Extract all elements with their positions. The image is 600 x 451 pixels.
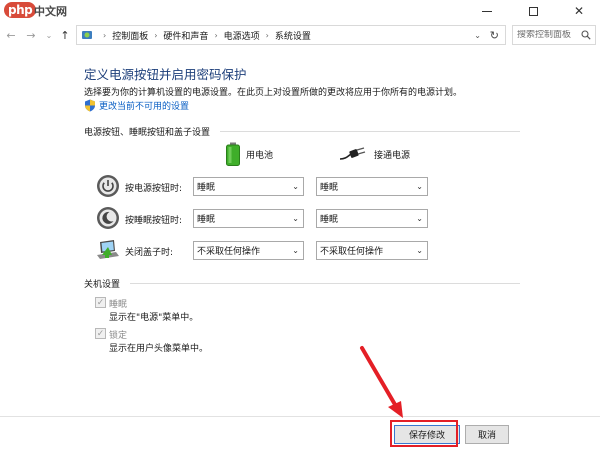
breadcrumb-power-options[interactable]: 电源选项 bbox=[224, 29, 260, 42]
select-value: 睡眠 bbox=[197, 215, 216, 225]
section-divider bbox=[130, 283, 520, 284]
breadcrumb-separator: › bbox=[265, 30, 269, 40]
breadcrumb-control-panel[interactable]: 控制面板 bbox=[112, 29, 148, 42]
lock-checkbox-label: 锁定 bbox=[109, 331, 128, 341]
lid-close-battery-select[interactable]: 不采取任何操作 ⌄ bbox=[193, 241, 304, 260]
select-value: 睡眠 bbox=[197, 183, 216, 193]
sleep-button-plugged-select[interactable]: 睡眠 ⌄ bbox=[316, 209, 428, 228]
battery-column-header: 用电池 bbox=[226, 142, 273, 166]
power-button-label: 按电源按钮时: bbox=[125, 184, 183, 194]
power-button-plugged-select[interactable]: 睡眠 ⌄ bbox=[316, 177, 428, 196]
checkmark-icon: ✓ bbox=[96, 328, 105, 339]
address-dropdown-icon[interactable]: ⌄ bbox=[474, 31, 481, 40]
chevron-down-icon: ⌄ bbox=[416, 182, 423, 191]
control-panel-icon bbox=[82, 31, 92, 39]
footer-divider bbox=[0, 416, 600, 417]
chevron-down-icon: ⌄ bbox=[416, 214, 423, 223]
breadcrumb-system-settings[interactable]: 系统设置 bbox=[275, 29, 311, 42]
watermark-logo-suffix: 中文网 bbox=[34, 5, 67, 18]
change-settings-link-row[interactable]: 更改当前不可用的设置 bbox=[84, 99, 189, 112]
change-unavailable-settings-link[interactable]: 更改当前不可用的设置 bbox=[99, 99, 189, 112]
forward-button[interactable]: → bbox=[24, 27, 38, 43]
chevron-down-icon: ⌄ bbox=[416, 246, 423, 255]
minimize-button[interactable] bbox=[468, 0, 506, 22]
sleep-button-label: 按睡眠按钮时: bbox=[125, 216, 183, 226]
lock-checkbox[interactable]: ✓ bbox=[95, 328, 106, 339]
close-button[interactable]: ✕ bbox=[560, 0, 598, 22]
recent-locations-button[interactable]: ⌄ bbox=[42, 27, 56, 43]
minimize-icon bbox=[482, 10, 492, 12]
checkmark-icon: ✓ bbox=[96, 297, 105, 308]
select-value: 睡眠 bbox=[320, 215, 339, 225]
search-box[interactable] bbox=[512, 25, 596, 45]
back-button[interactable]: ← bbox=[4, 27, 18, 43]
highlight-box bbox=[390, 420, 458, 447]
sleep-checkbox-description: 显示在"电源"菜单中。 bbox=[109, 313, 199, 323]
lid-close-label: 关闭盖子时: bbox=[125, 248, 174, 258]
close-icon: ✕ bbox=[573, 4, 585, 18]
power-button-icon bbox=[97, 175, 119, 197]
select-value: 不采取任何操作 bbox=[320, 247, 384, 257]
chevron-down-icon: ⌄ bbox=[45, 30, 53, 40]
breadcrumb-separator: › bbox=[154, 30, 158, 40]
arrow-up-icon: ↑ bbox=[60, 28, 70, 42]
page-description: 选择要为你的计算机设置的电源设置。在此页上对设置所做的更改将应用于你所有的电源计… bbox=[84, 88, 463, 98]
sleep-button-icon bbox=[97, 207, 119, 229]
arrow-left-icon: ← bbox=[6, 28, 16, 42]
up-button[interactable]: ↑ bbox=[58, 27, 72, 43]
navigation-bar: ← → ⌄ ↑ › 控制面板 › 硬件和声音 › 电源选项 › 系统设置 ⌄ ↻ bbox=[0, 23, 600, 47]
shield-icon bbox=[85, 99, 95, 112]
address-box[interactable]: › 控制面板 › 硬件和声音 › 电源选项 › 系统设置 ⌄ ↻ bbox=[76, 25, 506, 45]
breadcrumb-separator: › bbox=[103, 30, 107, 40]
page-title: 定义电源按钮并启用密码保护 bbox=[84, 67, 247, 82]
plugged-in-column-label: 接通电源 bbox=[374, 150, 411, 161]
cancel-button[interactable]: 取消 bbox=[465, 425, 509, 444]
sleep-checkbox-label: 睡眠 bbox=[109, 300, 128, 310]
plugged-in-column-header: 接通电源 bbox=[340, 147, 410, 161]
chevron-down-icon: ⌄ bbox=[292, 214, 299, 223]
title-bar: php 中文网 ✕ bbox=[0, 0, 600, 22]
maximize-icon bbox=[528, 6, 538, 16]
search-icon bbox=[581, 30, 591, 40]
search-input[interactable] bbox=[517, 30, 579, 40]
plug-icon bbox=[340, 147, 366, 160]
power-section-title: 电源按钮、睡眠按钮和盖子设置 bbox=[84, 128, 211, 138]
sleep-checkbox[interactable]: ✓ bbox=[95, 297, 106, 308]
refresh-icon[interactable]: ↻ bbox=[490, 29, 499, 42]
laptop-lid-icon bbox=[97, 240, 119, 259]
breadcrumb-separator: › bbox=[214, 30, 218, 40]
battery-column-label: 用电池 bbox=[246, 150, 274, 161]
battery-icon bbox=[226, 142, 240, 166]
maximize-button[interactable] bbox=[514, 0, 552, 22]
chevron-down-icon: ⌄ bbox=[292, 246, 299, 255]
breadcrumb-hardware-sound[interactable]: 硬件和声音 bbox=[163, 29, 208, 42]
lid-close-plugged-select[interactable]: 不采取任何操作 ⌄ bbox=[316, 241, 428, 260]
select-value: 睡眠 bbox=[320, 183, 339, 193]
arrow-right-icon: → bbox=[26, 28, 36, 42]
select-value: 不采取任何操作 bbox=[197, 247, 261, 257]
section-divider bbox=[220, 131, 520, 132]
watermark-logo: php bbox=[4, 2, 37, 18]
power-button-battery-select[interactable]: 睡眠 ⌄ bbox=[193, 177, 304, 196]
chevron-down-icon: ⌄ bbox=[292, 182, 299, 191]
sleep-button-battery-select[interactable]: 睡眠 ⌄ bbox=[193, 209, 304, 228]
shutdown-section-title: 关机设置 bbox=[84, 280, 121, 290]
lock-checkbox-description: 显示在用户头像菜单中。 bbox=[109, 344, 209, 354]
